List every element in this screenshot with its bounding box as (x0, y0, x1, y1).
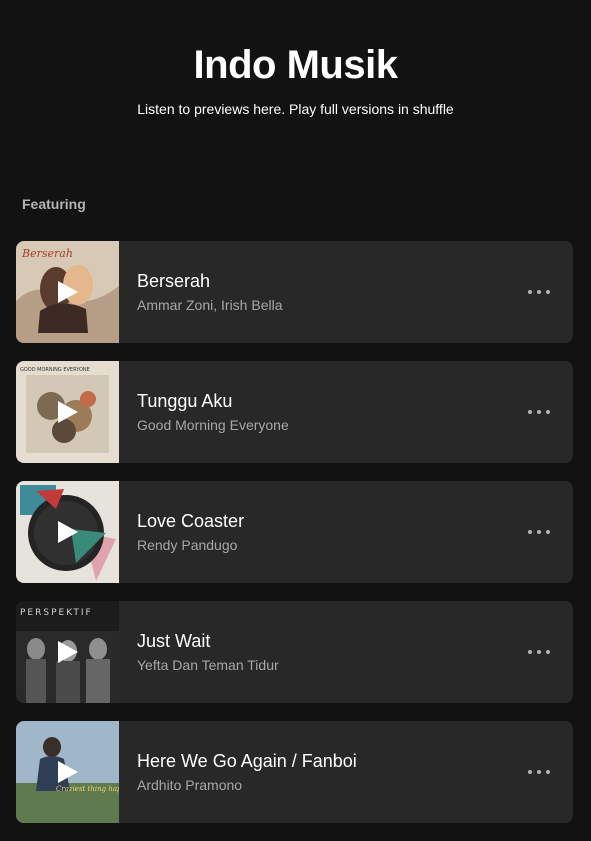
track-row[interactable]: Craziest thing happened in my backyard H… (16, 721, 573, 823)
track-artist: Ardhito Pramono (137, 777, 243, 793)
more-options-icon (528, 650, 550, 654)
cover-text: GOOD MORNING EVERYONE (20, 367, 90, 373)
more-options-button[interactable] (519, 637, 559, 667)
more-options-icon (528, 770, 550, 774)
album-cover[interactable] (16, 481, 119, 583)
more-options-button[interactable] (519, 517, 559, 547)
cover-text: Berserah (21, 247, 73, 260)
album-cover[interactable]: Craziest thing happened in my backyard (16, 721, 119, 823)
track-title: Just Wait (137, 631, 211, 651)
track-title: Tunggu Aku (137, 391, 233, 411)
page-title: Indo Musik (193, 43, 398, 87)
section-label: Featuring (22, 196, 86, 212)
cover-text: PERSPEKTIF (20, 608, 93, 618)
play-icon[interactable] (58, 401, 78, 423)
track-row[interactable]: Love Coaster Rendy Pandugo (16, 481, 573, 583)
more-options-button[interactable] (519, 277, 559, 307)
cover-text: Craziest thing happened in my backyard (56, 785, 119, 793)
track-title: Love Coaster (137, 511, 245, 531)
track-meta: Here We Go Again / Fanboi Ardhito Pramon… (137, 750, 519, 794)
track-row[interactable]: PERSPEKTIF Just Wait Yefta Dan Teman Tid… (16, 601, 573, 703)
play-icon[interactable] (58, 281, 78, 303)
track-artist: Rendy Pandugo (137, 537, 238, 553)
more-options-icon (528, 530, 550, 534)
track-row[interactable]: GOOD MORNING EVERYONE Tunggu Aku Good Mo… (16, 361, 573, 463)
track-artist: Yefta Dan Teman Tidur (137, 657, 279, 673)
track-list: Berserah Berserah Ammar Zoni, Irish Bell… (16, 241, 573, 841)
track-artist: Good Morning Everyone (137, 417, 289, 433)
album-cover[interactable]: PERSPEKTIF (16, 601, 119, 703)
page-subtitle: Listen to previews here. Play full versi… (137, 101, 454, 117)
album-cover[interactable]: GOOD MORNING EVERYONE (16, 361, 119, 463)
track-meta: Just Wait Yefta Dan Teman Tidur (137, 630, 519, 674)
header: Indo Musik Listen to previews here. Play… (0, 0, 591, 118)
track-meta: Love Coaster Rendy Pandugo (137, 510, 519, 554)
track-title: Here We Go Again / Fanboi (137, 751, 357, 771)
play-icon[interactable] (58, 761, 78, 783)
play-icon[interactable] (58, 521, 78, 543)
track-artist: Ammar Zoni, Irish Bella (137, 297, 283, 313)
more-options-button[interactable] (519, 397, 559, 427)
track-meta: Berserah Ammar Zoni, Irish Bella (137, 270, 519, 314)
more-options-icon (528, 290, 550, 294)
album-cover[interactable]: Berserah (16, 241, 119, 343)
more-options-icon (528, 410, 550, 414)
more-options-button[interactable] (519, 757, 559, 787)
track-meta: Tunggu Aku Good Morning Everyone (137, 390, 519, 434)
play-icon[interactable] (58, 641, 78, 663)
track-row[interactable]: Berserah Berserah Ammar Zoni, Irish Bell… (16, 241, 573, 343)
track-title: Berserah (137, 271, 211, 291)
